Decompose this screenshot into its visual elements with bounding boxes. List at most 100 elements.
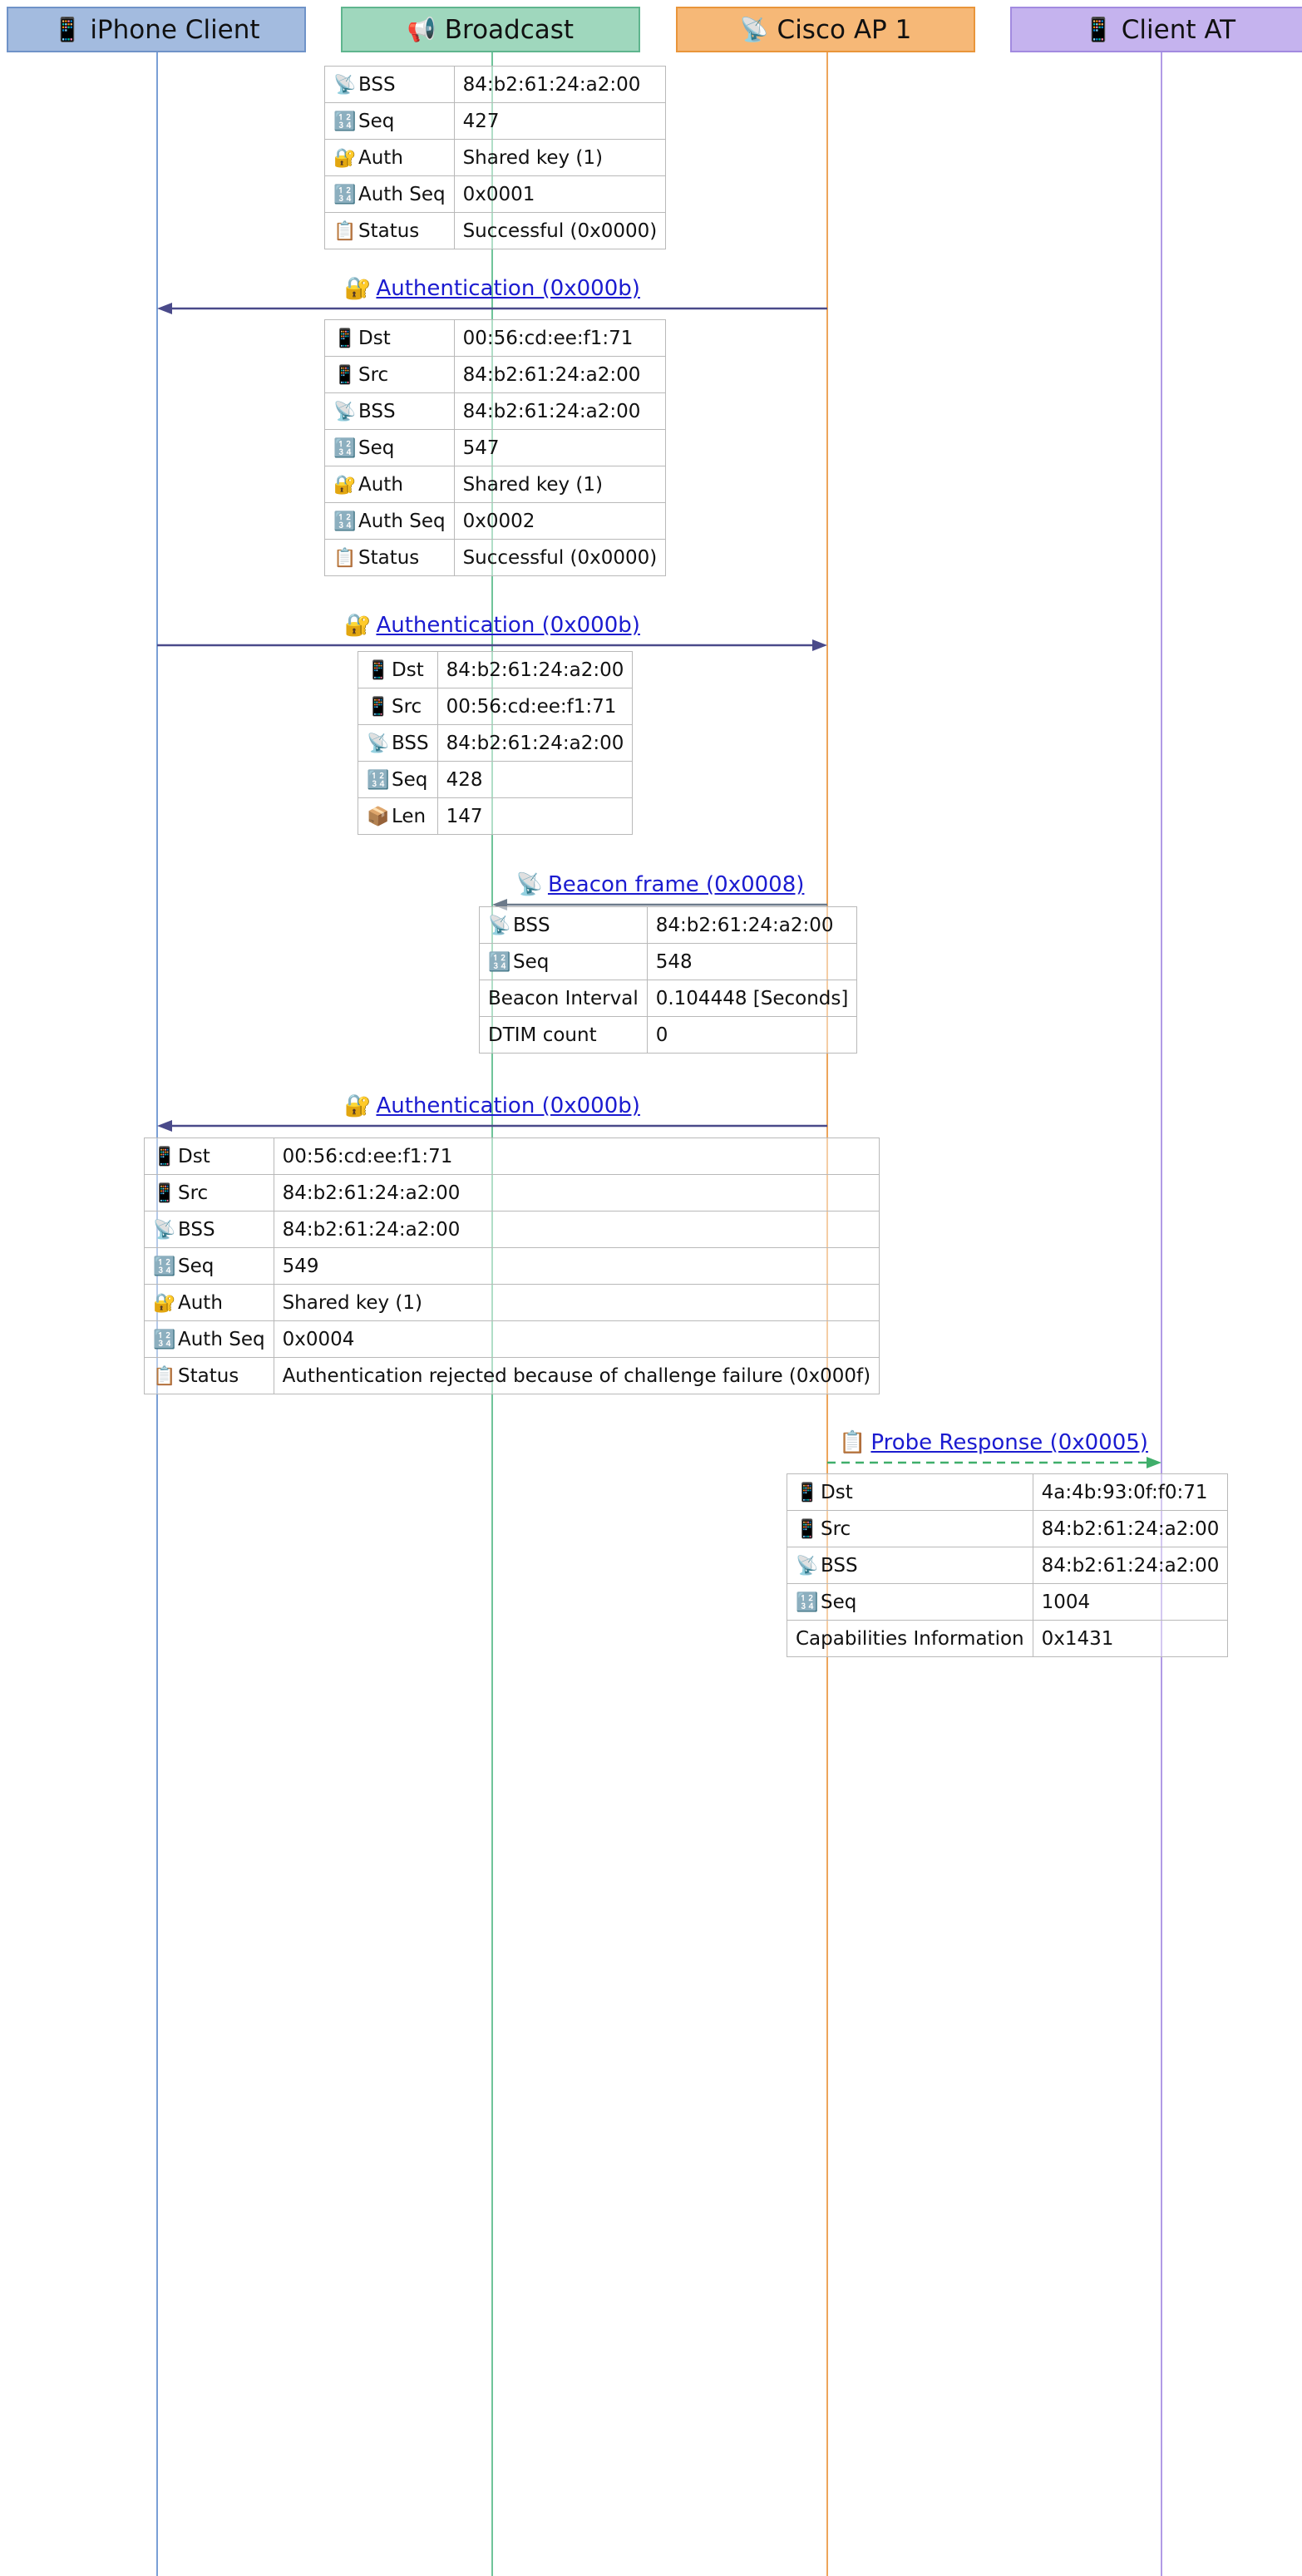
clipboard-icon: 📋 [333,547,357,569]
field-name: Dst [178,1145,210,1167]
table-row: 🔐 Auth Shared key (1) [144,1284,880,1321]
numbers-icon: 🔢 [333,111,357,132]
table-row: 📱 Src 84:b2:61:24:a2:00 [144,1174,880,1212]
field-name: Auth Seq [358,510,446,532]
field-value: Successful (0x0000) [453,212,667,249]
field-value: 84:b2:61:24:a2:00 [453,66,667,103]
field-value: 84:b2:61:24:a2:00 [453,356,667,393]
field-value: 547 [453,429,667,466]
table-row: DTIM count 0 [479,1016,858,1054]
table-row: 📱 Dst 00:56:cd:ee:f1:71 [144,1137,880,1175]
table-row: 🔢 Seq 427 [324,102,667,140]
field-name: BSS [392,732,429,754]
lock-with-key-icon: 🔐 [153,1292,176,1314]
satellite-antenna-icon: 📡 [515,872,543,897]
message-arrowhead [157,303,172,314]
field-name: Dst [358,327,391,349]
package-icon: 📦 [367,806,390,827]
table-row: 📡 BSS 84:b2:61:24:a2:00 [144,1211,880,1248]
field-name: Dst [392,659,424,681]
field-name: Src [358,363,389,386]
clipboard-icon: 📋 [153,1365,176,1387]
field-name: Seq [821,1591,857,1613]
satellite-antenna-icon: 📡 [153,1219,176,1241]
field-name: Dst [821,1481,853,1503]
field-name: Beacon Interval [488,987,639,1009]
satellite-antenna-icon: 📡 [796,1555,819,1577]
message-text: Probe Response (0x0005) [870,1430,1148,1455]
field-name: Len [392,805,427,827]
numbers-icon: 🔢 [333,511,357,532]
field-value: 1004 [1032,1583,1229,1621]
field-name: Auth [358,146,403,169]
table-row: 🔢 Auth Seq 0x0002 [324,502,667,540]
lock-with-key-icon: 🔐 [344,613,372,638]
table-row: 📱 Dst 4a:4b:93:0f:f0:71 [787,1473,1229,1511]
field-name: BSS [358,73,396,96]
frame-details-table: 📱 Dst 4a:4b:93:0f:f0:71 📱 Src 84:b2:61:24:a2… [787,1473,1229,1657]
field-name: Src [821,1517,851,1540]
table-row: 🔐 Auth Shared key (1) [324,466,667,503]
frame-details-table: 📡 BSS 84:b2:61:24:a2:00 🔢 Seq 427 🔐 Auth Share… [324,66,667,249]
table-row: Beacon Interval 0.104448 [Seconds] [479,980,858,1017]
field-value: 0x0001 [453,175,667,213]
table-row: 📋 Status Authentication rejected because o… [144,1357,880,1394]
table-row: 🔢 Auth Seq 0x0001 [324,175,667,213]
field-value: 549 [273,1247,880,1285]
table-row: 🔐 Auth Shared key (1) [324,139,667,176]
field-value: 428 [436,761,634,798]
satellite-antenna-icon: 📡 [333,74,357,96]
numbers-icon: 🔢 [333,437,357,459]
table-row: 📡 BSS 84:b2:61:24:a2:00 [324,66,667,103]
message-arrowhead [157,1120,172,1132]
message-label-authentication[interactable]: 🔐 Authentication (0x000b) [344,1093,640,1118]
field-name: Status [358,546,420,569]
table-row: 📱 Dst 00:56:cd:ee:f1:71 [324,319,667,357]
field-name: Auth Seq [358,183,446,205]
table-row: 📡 BSS 84:b2:61:24:a2:00 [324,392,667,430]
lock-with-key-icon: 🔐 [344,276,372,301]
field-value: 84:b2:61:24:a2:00 [646,906,858,944]
lock-with-key-icon: 🔐 [333,474,357,496]
table-row: 📡 BSS 84:b2:61:24:a2:00 [358,724,634,762]
field-value: 84:b2:61:24:a2:00 [453,392,667,430]
field-name: Seq [513,950,550,973]
field-name: BSS [358,400,396,422]
field-value: 00:56:cd:ee:f1:71 [273,1137,880,1175]
field-value: 0x0002 [453,502,667,540]
field-value: 84:b2:61:24:a2:00 [1032,1547,1229,1584]
field-value: 0 [646,1016,858,1054]
phone-icon: 📱 [153,1182,176,1204]
table-row: 📡 BSS 84:b2:61:24:a2:00 [787,1547,1229,1584]
message-label-authentication[interactable]: 🔐 Authentication (0x000b) [344,276,640,301]
phone-icon: 📱 [367,659,390,681]
field-value: 00:56:cd:ee:f1:71 [453,319,667,357]
message-text: Beacon frame (0x0008) [547,872,805,897]
frame-details-table: 📱 Dst 00:56:cd:ee:f1:71 📱 Src 84:b2:61:24:a2… [324,319,667,576]
message-label-authentication[interactable]: 🔐 Authentication (0x000b) [344,613,640,638]
table-row: Capabilities Information 0x1431 [787,1620,1229,1657]
message-label-beacon-frame[interactable]: 📡 Beacon frame (0x0008) [516,872,805,897]
table-row: 📦 Len 147 [358,797,634,835]
frame-details-table: 📱 Dst 00:56:cd:ee:f1:71 📱 Src 84:b2:61:24:a2… [144,1137,880,1394]
field-value: 548 [646,943,858,980]
field-value: 0.104448 [Seconds] [646,980,858,1017]
table-row: 📱 Dst 84:b2:61:24:a2:00 [358,651,634,688]
message-label-probe-response[interactable]: 📋 Probe Response (0x0005) [839,1430,1148,1455]
field-value: 0x1431 [1032,1620,1229,1657]
table-row: 📱 Src 84:b2:61:24:a2:00 [324,356,667,393]
table-row: 📋 Status Successful (0x0000) [324,539,667,576]
message-text: Authentication (0x000b) [376,1093,640,1118]
field-value: Successful (0x0000) [453,539,667,576]
field-name: Auth [178,1291,223,1314]
table-row: 🔢 Seq 549 [144,1247,880,1285]
field-name: BSS [513,914,550,936]
field-name: Capabilities Information [796,1627,1024,1650]
field-name: Src [392,695,422,718]
frame-details-table: 📡 BSS 84:b2:61:24:a2:00 🔢 Seq 548 Beacon Int… [479,906,858,1054]
phone-icon: 📱 [333,328,357,349]
table-row: 🔢 Seq 547 [324,429,667,466]
phone-icon: 📱 [796,1482,819,1503]
phone-icon: 📱 [333,364,357,386]
lock-with-key-icon: 🔐 [344,1093,372,1118]
